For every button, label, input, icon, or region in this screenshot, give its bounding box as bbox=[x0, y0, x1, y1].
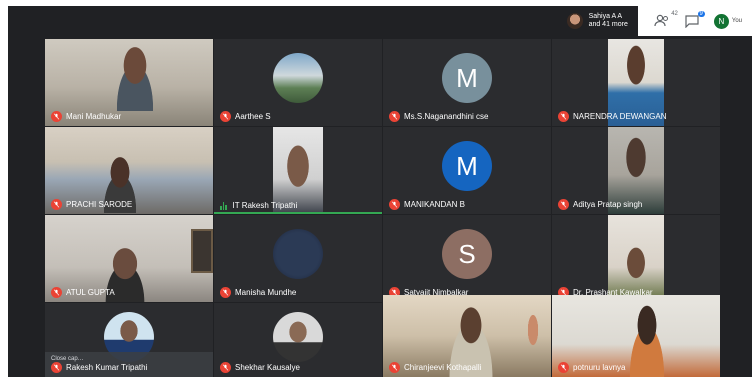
presenter-chip[interactable]: Sahiya A A and 41 more bbox=[556, 6, 638, 36]
participant-video-bg bbox=[521, 315, 545, 365]
participant-label: NARENDRA DEWANGAN bbox=[558, 111, 667, 122]
participant-label: Manisha Mundhe bbox=[220, 287, 296, 298]
participant-name: NARENDRA DEWANGAN bbox=[573, 112, 667, 121]
chat-icon[interactable]: 9 bbox=[684, 11, 705, 29]
participant-tile[interactable]: PRACHI SARODE bbox=[45, 127, 213, 214]
participant-label: IT Rakesh Tripathi bbox=[220, 201, 297, 210]
participant-name: PRACHI SARODE bbox=[66, 200, 133, 209]
participant-avatar: S bbox=[442, 229, 492, 279]
mic-off-icon bbox=[220, 287, 231, 298]
participant-label: ATUL GUPTA bbox=[51, 287, 115, 298]
participant-name: ATUL GUPTA bbox=[66, 288, 115, 297]
participant-label: Ms.S.Naganandhini cse bbox=[389, 111, 489, 122]
participant-name: Mani Madhukar bbox=[66, 112, 122, 121]
participant-tile[interactable]: NARENDRA DEWANGAN bbox=[552, 39, 720, 126]
mic-off-icon bbox=[389, 362, 400, 373]
people-icon[interactable]: 42 bbox=[654, 11, 678, 28]
mic-off-icon bbox=[558, 199, 569, 210]
mic-off-icon bbox=[51, 287, 62, 298]
mic-off-icon bbox=[51, 362, 62, 373]
mic-off-icon bbox=[389, 111, 400, 122]
participant-label: Chiranjeevi Kothapalli bbox=[389, 362, 481, 373]
people-count: 42 bbox=[671, 11, 678, 17]
top-bar: Sahiya A A and 41 more 42 9 N You bbox=[556, 6, 752, 36]
participant-avatar: M bbox=[442, 141, 492, 191]
participant-label: Aarthee S bbox=[220, 111, 271, 122]
participant-tile[interactable]: M Ms.S.Naganandhini cse bbox=[383, 39, 551, 126]
participant-name: IT Rakesh Tripathi bbox=[232, 201, 298, 210]
mic-off-icon bbox=[558, 111, 569, 122]
participant-tile[interactable]: Shekhar Kausalye bbox=[214, 303, 382, 377]
mic-off-icon bbox=[220, 362, 231, 373]
participant-tile[interactable]: Aarthee S bbox=[214, 39, 382, 126]
mic-off-icon bbox=[220, 111, 231, 122]
participant-tile[interactable]: potnuru lavnya bbox=[552, 295, 720, 377]
participant-name: Aditya Pratap singh bbox=[573, 200, 643, 209]
participant-avatar: M bbox=[442, 53, 492, 103]
mic-off-icon bbox=[51, 199, 62, 210]
frame-decoration bbox=[191, 229, 213, 273]
participant-name: Rakesh Kumar Tripathi bbox=[66, 363, 148, 372]
participant-name: potnuru lavnya bbox=[573, 363, 626, 372]
participant-tile[interactable]: Dr. Prashant Kawalkar bbox=[552, 215, 720, 302]
meeting-stage: Mani Madhukar Aarthee S M Ms.S.Naganandh… bbox=[8, 6, 752, 377]
participant-label: potnuru lavnya bbox=[558, 362, 625, 373]
participant-photo bbox=[273, 312, 323, 362]
mic-off-icon bbox=[51, 111, 62, 122]
self-indicator[interactable]: N You bbox=[713, 13, 742, 29]
self-label: You bbox=[731, 18, 742, 24]
participant-name: Aarthee S bbox=[235, 112, 271, 121]
meeting-actions: 42 9 N You bbox=[637, 6, 752, 36]
participant-video bbox=[622, 303, 672, 377]
presenter-avatar bbox=[566, 13, 583, 29]
participant-label: MANIKANDAN B bbox=[389, 199, 465, 210]
participant-label: Rakesh Kumar Tripathi bbox=[51, 362, 147, 373]
presenter-name: Sahiya A A bbox=[588, 13, 623, 20]
participant-video bbox=[107, 41, 163, 111]
participant-label: Aditya Pratap singh bbox=[558, 199, 642, 210]
presenter-more: and 41 more bbox=[588, 21, 628, 28]
participant-tile[interactable]: M MANIKANDAN B bbox=[383, 127, 551, 214]
participant-tile[interactable]: IT Rakesh Tripathi bbox=[214, 127, 382, 214]
participant-name: Manisha Mundhe bbox=[235, 288, 297, 297]
participant-tile[interactable]: Aditya Pratap singh bbox=[552, 127, 720, 214]
chat-badge: 9 bbox=[697, 11, 705, 17]
participant-name: Chiranjeevi Kothapalli bbox=[404, 363, 482, 372]
participant-name: Ms.S.Naganandhini cse bbox=[404, 112, 489, 121]
active-speaker-bar bbox=[214, 212, 382, 214]
participant-tile[interactable]: Manisha Mundhe bbox=[214, 215, 382, 302]
participant-photo bbox=[273, 53, 323, 103]
participant-tile[interactable]: Close cap… Rakesh Kumar Tripathi bbox=[45, 303, 213, 377]
participant-tile[interactable]: ATUL GUPTA bbox=[45, 215, 213, 302]
participant-label: Shekhar Kausalye bbox=[220, 362, 300, 373]
mic-off-icon bbox=[389, 199, 400, 210]
participant-tile[interactable]: Chiranjeevi Kothapalli bbox=[383, 295, 551, 377]
participant-label: PRACHI SARODE bbox=[51, 199, 132, 210]
self-avatar: N bbox=[713, 13, 729, 29]
participant-name: MANIKANDAN B bbox=[404, 200, 465, 209]
participant-tile[interactable]: Mani Madhukar bbox=[45, 39, 213, 126]
participant-label: Mani Madhukar bbox=[51, 111, 121, 122]
participant-tile[interactable]: S Satyajit Nimbalkar bbox=[383, 215, 551, 302]
participant-name: Shekhar Kausalye bbox=[235, 363, 300, 372]
mic-off-icon bbox=[558, 362, 569, 373]
speaking-indicator-icon bbox=[220, 201, 227, 210]
participant-photo bbox=[273, 229, 323, 279]
